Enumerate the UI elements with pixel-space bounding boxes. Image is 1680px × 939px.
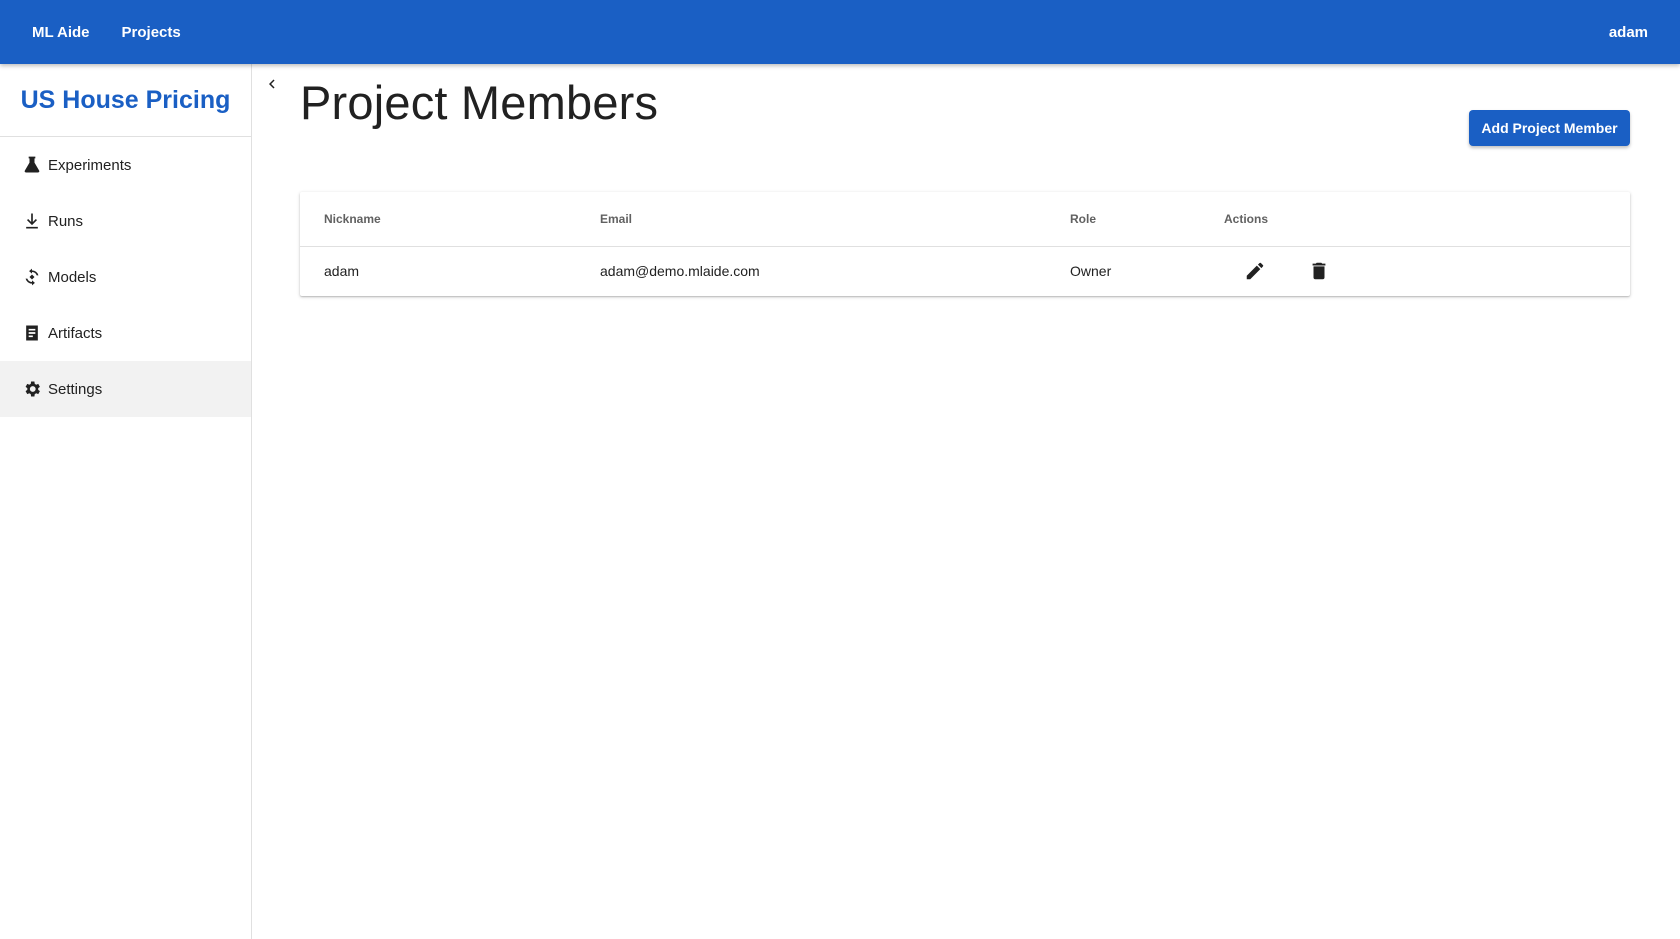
- header-nickname: Nickname: [324, 212, 381, 226]
- sidebar-item-runs[interactable]: Runs: [0, 193, 251, 249]
- sidebar-item-label: Experiments: [48, 156, 132, 174]
- sidebar: US House Pricing Experiments Runs Models…: [0, 64, 252, 939]
- document-icon: [22, 323, 42, 343]
- sidebar-item-models[interactable]: Models: [0, 249, 251, 305]
- sidebar-item-artifacts[interactable]: Artifacts: [0, 305, 251, 361]
- sidebar-item-label: Runs: [48, 212, 84, 230]
- table-row: adam adam@demo.mlaide.com Owner: [300, 247, 1630, 296]
- sidebar-item-experiments[interactable]: Experiments: [0, 137, 251, 193]
- add-project-member-button[interactable]: Add Project Member: [1469, 110, 1630, 146]
- cell-email: adam@demo.mlaide.com: [600, 263, 760, 279]
- top-app-bar: ML Aide Projects adam: [0, 0, 1680, 64]
- collapse-sidebar-button[interactable]: [262, 74, 282, 94]
- delete-icon[interactable]: [1307, 259, 1331, 283]
- sidebar-item-settings[interactable]: Settings: [0, 361, 251, 417]
- run-download-icon: [22, 211, 42, 231]
- sidebar-item-label: Models: [48, 268, 97, 286]
- cell-role: Owner: [1070, 263, 1112, 279]
- project-title: US House Pricing: [0, 64, 251, 137]
- table-header: Nickname Email Role Actions: [300, 192, 1630, 247]
- cell-nickname: adam: [324, 263, 360, 279]
- header-role: Role: [1070, 212, 1097, 226]
- flask-icon: [22, 155, 42, 175]
- sidebar-item-label: Settings: [48, 380, 103, 398]
- user-menu[interactable]: adam: [1609, 24, 1648, 41]
- header-actions: Actions: [1224, 212, 1269, 226]
- members-table: Nickname Email Role Actions adam adam@de…: [300, 192, 1630, 296]
- header-email: Email: [600, 212, 633, 226]
- gear-icon: [22, 379, 42, 399]
- model-cycle-icon: [22, 267, 42, 287]
- edit-icon[interactable]: [1243, 259, 1267, 283]
- chevron-left-icon: [269, 79, 275, 89]
- projects-link[interactable]: Projects: [122, 24, 181, 41]
- brand-link[interactable]: ML Aide: [32, 24, 90, 41]
- sidebar-item-label: Artifacts: [48, 324, 103, 342]
- page-title: Project Members: [300, 76, 659, 129]
